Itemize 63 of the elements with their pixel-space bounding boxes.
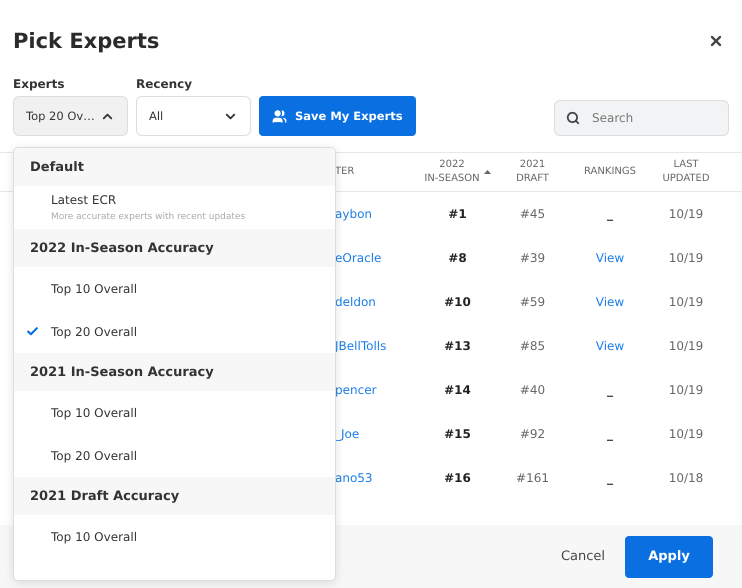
group-heading: 2021 In-Season Accuracy — [14, 353, 335, 391]
table-cell-text: #45 — [518, 207, 546, 221]
filter-select[interactable]: All — [136, 96, 251, 136]
table-cell-text: #1 — [447, 207, 468, 221]
cancel-button[interactable]: Cancel — [554, 548, 611, 565]
table-cell-text: _ — [606, 427, 614, 441]
table-cell-text: #40 — [518, 383, 546, 397]
table-cell-text: #85 — [518, 339, 546, 353]
column-header[interactable]: TER — [335, 165, 420, 179]
table-cell-text: #39 — [518, 251, 546, 265]
menu-option[interactable]: Latest ECR — [51, 193, 246, 207]
group-heading: 2022 In-Season Accuracy — [14, 229, 335, 267]
view-link[interactable]: View — [596, 339, 624, 353]
expert-name-link[interactable]: JBellTolls — [335, 339, 420, 353]
table-cell-text: 10/18 — [668, 471, 704, 485]
table-cell-text: #10 — [443, 295, 472, 309]
column-header[interactable]: LAST UPDATED — [650, 158, 722, 186]
close-icon[interactable] — [708, 33, 724, 49]
column-header[interactable]: RANKINGS — [570, 165, 650, 179]
users-icon — [272, 108, 287, 124]
table-cell-text: #161 — [515, 471, 550, 485]
table-cell-text: #8 — [447, 251, 468, 265]
menu-option[interactable]: Top 10 Overall — [51, 530, 138, 544]
column-header[interactable]: 2021 DRAFT — [495, 158, 570, 186]
table-cell-text: _ — [606, 471, 614, 485]
search-icon — [566, 111, 580, 125]
expert-name-link[interactable]: pencer — [335, 383, 420, 397]
menu-option[interactable]: Top 10 Overall — [51, 282, 138, 296]
filter-label: Experts — [13, 77, 66, 91]
table-cell-text: _ — [606, 207, 614, 221]
save-experts-button[interactable]: Save My Experts — [259, 96, 416, 136]
table-cell-text: 10/19 — [668, 383, 704, 397]
filter-label: Recency — [136, 77, 194, 91]
table-cell-text: #15 — [443, 427, 472, 441]
expert-name-link[interactable]: ano53 — [335, 471, 420, 485]
table-cell-text: #92 — [518, 427, 546, 441]
filter-select[interactable]: Top 20 Ov… — [13, 96, 128, 136]
table-cell-text: 10/19 — [668, 427, 704, 441]
expert-name-link[interactable]: _Joe — [335, 427, 420, 441]
table-cell-text: 10/19 — [668, 207, 704, 221]
menu-option[interactable]: Top 20 Overall — [51, 324, 138, 338]
table-cell-text: 10/19 — [668, 251, 704, 265]
dialog-title: Pick Experts — [13, 29, 160, 53]
expert-name-link[interactable]: aybon — [335, 207, 420, 221]
group-heading: 2021 Draft Accuracy — [14, 477, 335, 515]
menu-option[interactable]: Top 20 Overall — [51, 448, 138, 462]
menu-option[interactable]: Top 10 Overall — [51, 406, 138, 420]
table-cell-text: 10/19 — [668, 339, 704, 353]
apply-button[interactable]: Apply — [625, 536, 713, 578]
view-link[interactable]: View — [596, 295, 624, 309]
table-cell-text: _ — [606, 383, 614, 397]
table-cell-text: #59 — [518, 295, 546, 309]
option-description: More accurate experts with recent updates — [51, 212, 246, 222]
search-field[interactable]: Search — [554, 100, 729, 136]
table-cell-text: 10/19 — [668, 295, 704, 309]
expert-name-link[interactable]: eOracle — [335, 251, 420, 265]
group-heading: Default — [14, 148, 335, 186]
table-cell-text: #16 — [443, 471, 472, 485]
expert-name-link[interactable]: deldon — [335, 295, 420, 309]
column-header[interactable]: 2022 IN-SEASON — [420, 158, 495, 186]
view-link[interactable]: View — [596, 251, 624, 265]
table-cell-text: #13 — [443, 339, 472, 353]
table-cell-text: #14 — [443, 383, 472, 397]
